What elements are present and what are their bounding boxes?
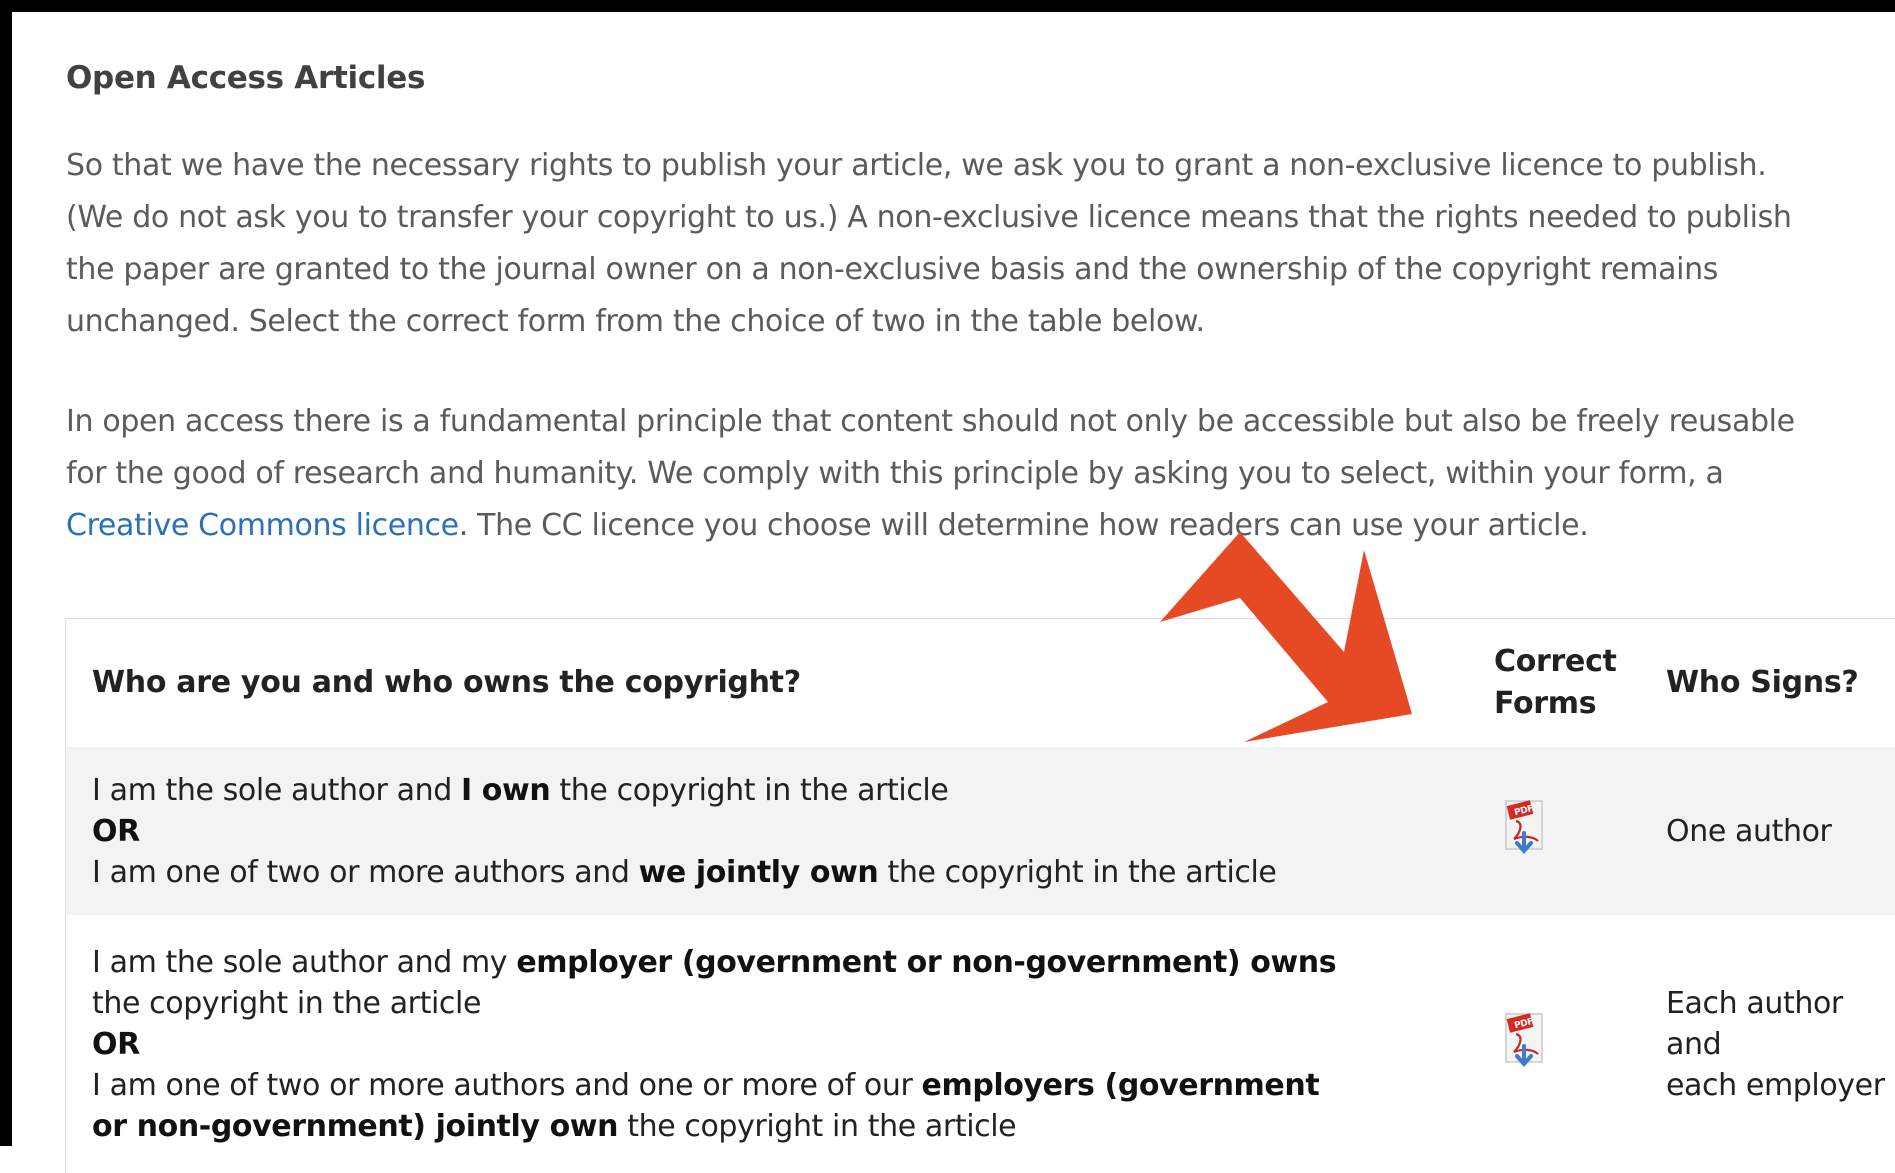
row-text-bold: or non-government) jointly own xyxy=(92,1108,619,1144)
or-label: OR xyxy=(92,813,140,849)
row-description: I am the sole author and my employer (go… xyxy=(66,915,1493,1173)
table-row: I am the sole author and my employer (go… xyxy=(66,915,1895,1173)
header-forms: Correct Forms xyxy=(1493,619,1665,747)
intro-line: (We do not ask you to transfer your copy… xyxy=(66,200,1792,235)
row-text-bold: employers (government xyxy=(921,1067,1320,1103)
header-forms-line2: Forms xyxy=(1494,686,1597,721)
row-text: I am the sole author and xyxy=(92,772,461,808)
row-text: the copyright in the article xyxy=(92,985,481,1021)
or-label: OR xyxy=(92,1026,140,1062)
oa-line: In open access there is a fundamental pr… xyxy=(66,404,1795,439)
header-forms-line1: Correct xyxy=(1494,644,1617,679)
row-text: the copyright in the article xyxy=(550,772,949,808)
row-signs: Each author and each employer xyxy=(1665,915,1895,1173)
row-text-bold: I own xyxy=(461,772,551,808)
row-form: PDF xyxy=(1493,747,1665,915)
row-text: I am the sole author and my xyxy=(92,944,517,980)
creative-commons-link[interactable]: Creative Commons licence xyxy=(66,508,459,543)
row-form: PDF xyxy=(1493,915,1665,1173)
intro-line: the paper are granted to the journal own… xyxy=(66,252,1719,287)
intro-paragraph: So that we have the necessary rights to … xyxy=(66,140,1895,348)
copyright-table-wrapper: Who are you and who owns the copyright? … xyxy=(65,618,1895,1173)
page-title: Open Access Articles xyxy=(66,60,426,96)
intro-line: So that we have the necessary rights to … xyxy=(66,148,1767,183)
row-text: the copyright in the article xyxy=(878,854,1277,890)
intro-line: unchanged. Select the correct form from … xyxy=(66,304,1205,339)
signs-line: Each author and xyxy=(1666,985,1843,1062)
row-signs: One author xyxy=(1665,747,1895,915)
pdf-file-icon[interactable]: PDF xyxy=(1494,795,1556,857)
row-description: I am the sole author and I own the copyr… xyxy=(66,747,1493,915)
signs-line: each employer xyxy=(1666,1067,1885,1103)
copyright-table: Who are you and who owns the copyright? … xyxy=(66,619,1895,1173)
page-frame: Open Access Articles So that we have the… xyxy=(0,0,1895,1173)
row-text: the copyright in the article xyxy=(618,1108,1017,1144)
table-header-row: Who are you and who owns the copyright? … xyxy=(66,619,1895,747)
row-text-bold: employer (government or non-government) … xyxy=(516,944,1337,980)
header-signs: Who Signs? xyxy=(1666,665,1859,700)
pdf-file-icon[interactable]: PDF xyxy=(1494,1008,1556,1070)
oa-line: Creative Commons licence. The CC licence… xyxy=(66,500,1895,552)
main-content: Open Access Articles So that we have the… xyxy=(66,60,1895,600)
oa-line-rest: . The CC licence you choose will determi… xyxy=(458,508,1589,543)
row-text: I am one of two or more authors and xyxy=(92,854,639,890)
row-text-bold: we jointly own xyxy=(638,854,879,890)
oa-line: for the good of research and humanity. W… xyxy=(66,456,1724,491)
header-who: Who are you and who owns the copyright? xyxy=(92,665,801,700)
table-row: I am the sole author and I own the copyr… xyxy=(66,747,1895,915)
open-access-paragraph: In open access there is a fundamental pr… xyxy=(66,396,1895,552)
row-text: I am one of two or more authors and one … xyxy=(92,1067,922,1103)
